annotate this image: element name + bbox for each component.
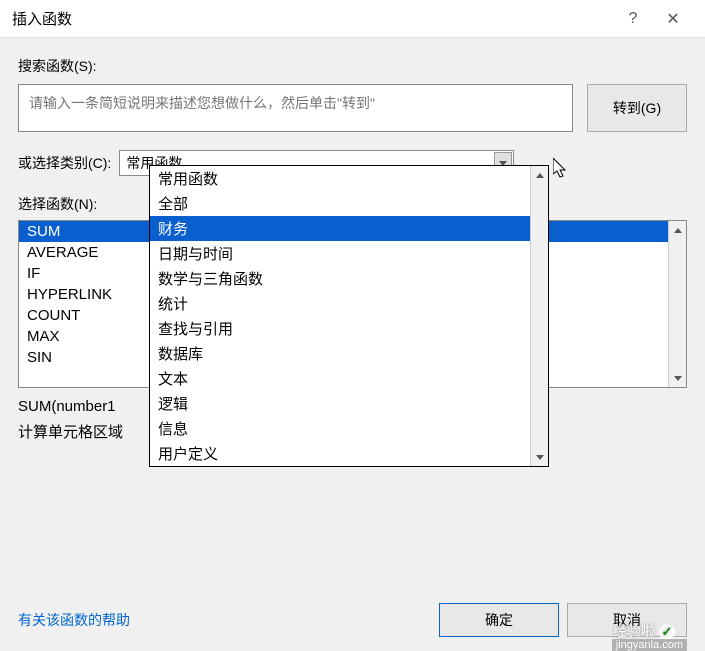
watermark: 经验啦✓ <box>613 621 675 641</box>
help-link[interactable]: 有关该函数的帮助 <box>18 610 431 630</box>
category-option[interactable]: 全部 <box>150 191 530 216</box>
scroll-up-icon[interactable] <box>669 221 686 239</box>
scroll-down-icon[interactable] <box>669 369 686 387</box>
functions-scrollbar[interactable] <box>668 221 686 387</box>
dropdown-scrollbar[interactable] <box>530 166 548 466</box>
category-label: 或选择类别(C): <box>18 153 111 173</box>
category-option[interactable]: 常用函数 <box>150 166 530 191</box>
check-icon: ✓ <box>659 624 675 640</box>
search-input[interactable] <box>18 84 573 132</box>
scroll-down-icon[interactable] <box>531 448 548 466</box>
window-title: 插入函数 <box>12 8 613 29</box>
category-option[interactable]: 用户定义 <box>150 441 530 466</box>
category-option[interactable]: 日期与时间 <box>150 241 530 266</box>
category-option[interactable]: 文本 <box>150 366 530 391</box>
scroll-up-icon[interactable] <box>531 166 548 184</box>
category-option[interactable]: 信息 <box>150 416 530 441</box>
category-option[interactable]: 财务 <box>150 216 530 241</box>
watermark-url: jingyanla.com <box>612 639 687 651</box>
goto-button[interactable]: 转到(G) <box>587 84 687 132</box>
ok-button[interactable]: 确定 <box>439 603 559 637</box>
category-dropdown-panel: 常用函数全部财务日期与时间数学与三角函数统计查找与引用数据库文本逻辑信息用户定义 <box>149 165 549 467</box>
search-row: 转到(G) <box>18 84 687 132</box>
help-button[interactable]: ? <box>613 0 653 38</box>
category-option[interactable]: 逻辑 <box>150 391 530 416</box>
category-option[interactable]: 数据库 <box>150 341 530 366</box>
category-option[interactable]: 查找与引用 <box>150 316 530 341</box>
category-option[interactable]: 统计 <box>150 291 530 316</box>
dialog-footer: 有关该函数的帮助 确定 取消 <box>18 603 687 637</box>
dialog-content: 搜索函数(S): 转到(G) 或选择类别(C): 常用函数 选择函数(N): S… <box>0 38 705 651</box>
titlebar: 插入函数 ? ✕ <box>0 0 705 38</box>
close-button[interactable]: ✕ <box>653 0 693 38</box>
cursor-icon <box>553 158 571 183</box>
category-option[interactable]: 数学与三角函数 <box>150 266 530 291</box>
search-label: 搜索函数(S): <box>18 56 687 76</box>
